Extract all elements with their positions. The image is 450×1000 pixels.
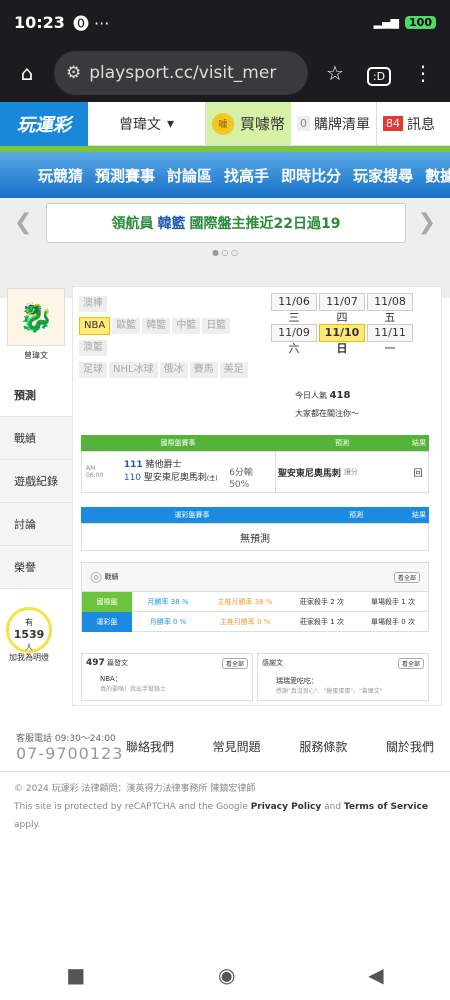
league-tab[interactable]: 足球 [79, 362, 107, 378]
lottery-stats-row: 運彩盤 月勝率 0 % 主推月勝率 0 % 莊家殺手 1 次 單場殺手 0 次 [82, 611, 428, 632]
signal-icon: ▂▄▆ [373, 15, 400, 29]
tos-link[interactable]: Terms of Service [344, 802, 428, 812]
profile-main: 🐉 曾瑋文 預測 戰績 遊戲紀錄 討論 榮譽 有 1539 人加我為明燈 澳棒 … [0, 270, 450, 710]
empty-state: 無預測 [81, 523, 429, 551]
side-item-honor[interactable]: 榮譽 [0, 546, 72, 589]
faq-link[interactable]: 常見問題 [213, 738, 261, 755]
follow-lamp-button[interactable]: 有 1539 人加我為明燈 [6, 607, 52, 662]
clock: 10:23 [14, 12, 65, 32]
home-icon[interactable]: ⌂ [10, 61, 44, 85]
league-tab[interactable]: 賽馬 [189, 362, 218, 378]
table-row: AM 06:00 111 豬他爵士 110 聖安東尼奧馬刺(主) 6分輸 50% … [81, 451, 429, 493]
thanks-card: 感謝文 看全部 瑞瑞愛吃吃： 感謝"真沒良心"、"饅蛋蛋蛋"、"曾瑋文" [257, 653, 429, 701]
see-all-posts-button[interactable]: 看全部 [221, 658, 248, 669]
table-header: 運彩盤賽事 預測 結果 [81, 507, 429, 523]
record-summary: ◎ 戰績 看全部 國際盤 月勝率 38 % 主推月勝率 38 % 莊家殺手 2 … [81, 562, 429, 632]
nav-item-live-score[interactable]: 即時比分 [281, 165, 341, 186]
system-nav-bar: ■ ◉ ◀ [0, 950, 450, 1000]
league-tab[interactable]: 歐籃 [112, 318, 141, 334]
side-item-game-log[interactable]: 遊戲紀錄 [0, 460, 72, 503]
site-logo[interactable]: 玩運彩 [0, 101, 88, 146]
chevron-down-icon: ▾ [166, 115, 175, 132]
league-tab[interactable]: 澳籃 [79, 340, 107, 356]
chevron-left-icon[interactable]: ❮ [14, 210, 32, 235]
browser-menu-icon[interactable]: ⋮ [406, 61, 440, 85]
side-item-record[interactable]: 戰績 [0, 417, 72, 460]
league-tab[interactable]: 韓籃 [142, 318, 171, 334]
side-item-discuss[interactable]: 討論 [0, 503, 72, 546]
nav-item-player-search[interactable]: 玩家搜尋 [353, 165, 413, 186]
table-header: 國際盤賽事 預測 結果 [81, 435, 429, 451]
date-tab[interactable]: 11/09 六 [271, 324, 317, 355]
date-tab-selected[interactable]: 11/10 日 [319, 324, 365, 355]
intl-prediction-table: 國際盤賽事 預測 結果 AM 06:00 111 豬他爵士 110 聖安東尼奧馬… [81, 435, 429, 493]
bookmark-star-icon[interactable]: ☆ [318, 61, 352, 85]
date-selector: 11/06 三11/07 四11/08 五 11/09 六11/10 日11/1… [271, 293, 441, 355]
coin-icon: 噱 [212, 112, 234, 135]
league-tab-nba[interactable]: NBA [79, 317, 111, 335]
profile-name: 曾瑋文 [24, 351, 48, 360]
purchase-list-link[interactable]: 0 購牌清單 [291, 102, 378, 145]
home-button-icon[interactable]: ◉ [218, 963, 235, 987]
see-all-button[interactable]: 看全部 [393, 571, 420, 583]
terms-link[interactable]: 服務條款 [299, 738, 347, 755]
privacy-link[interactable]: Privacy Policy [251, 802, 322, 812]
carousel-dots: ● ○ ○ [211, 248, 239, 257]
nav-item-bet[interactable]: 玩競猜 [38, 165, 83, 186]
league-tab[interactable]: 澳棒 [79, 296, 107, 312]
tab-switcher-button[interactable]: :D [362, 61, 396, 86]
about-link[interactable]: 關於我們 [386, 738, 434, 755]
date-tab[interactable]: 11/08 五 [367, 293, 413, 324]
prediction-panel: 澳棒 NBA 歐籃 韓籃 中籃 日籃 澳籃 足球 NHL冰球 俄冰 賽馬 美足 11/06 三1… [72, 286, 442, 706]
result-value: 回 [413, 468, 423, 479]
record-icon: ◎ [90, 569, 103, 585]
side-menu: 預測 戰績 遊戲紀錄 討論 榮譽 [0, 374, 72, 589]
side-item-predict[interactable]: 預測 [0, 374, 72, 417]
messages-link[interactable]: 84 訊息 [377, 102, 441, 145]
site-settings-icon[interactable]: ⚙ [66, 63, 81, 83]
league-tab[interactable]: 日籃 [202, 318, 231, 334]
copyright: © 2024 玩運彩 法律顧問：漢英得力法律事務所 陳鎮宏律師 This sit… [14, 784, 428, 830]
system-indicators: ▂▄▆ 100 [373, 15, 436, 29]
recents-icon[interactable]: ■ [66, 963, 85, 987]
customer-hotline: 客服電話 09:30～24:00 07-9700123 [16, 733, 124, 763]
intl-stats-row: 國際盤 月勝率 38 % 主推月勝率 38 % 莊家殺手 2 次 單場殺手 1 … [82, 591, 428, 612]
back-icon[interactable]: ◀ [368, 963, 383, 987]
nav-item-data[interactable]: 數據 [425, 165, 450, 186]
promo-banner[interactable]: 領航員 韓籃 國際盤主推近22日過19 [46, 203, 406, 243]
site-header: 玩運彩 曾瑋文 ▾ 噱買噱幣 0 購牌清單 84 訊息 [0, 101, 450, 146]
activity-cards: 497 篇發文 看全部 NBA： 真的要嗎！我出手幫騎士 感謝文 看全部 瑞瑞愛… [81, 653, 429, 701]
user-menu[interactable]: 曾瑋文 ▾ [88, 102, 206, 145]
see-all-thanks-button[interactable]: 看全部 [397, 658, 424, 669]
url-text: playsport.cc/visit_mer [89, 63, 277, 83]
league-tab[interactable]: 中籃 [172, 318, 201, 334]
buy-coin-button[interactable]: 噱買噱幣 [206, 102, 292, 145]
main-nav: 玩競猜 預測賽事 討論區 找高手 即時比分 玩家搜尋 數據 [0, 152, 450, 198]
date-tab[interactable]: 11/07 四 [319, 293, 365, 324]
league-tab[interactable]: 俄冰 [159, 362, 188, 378]
notification-icons: ⓿ ··· [72, 14, 110, 33]
battery-icon: 100 [405, 15, 436, 29]
date-tab[interactable]: 11/11 一 [367, 324, 413, 355]
avatar: 🐉 [7, 288, 65, 346]
league-tab[interactable]: NHL冰球 [109, 362, 158, 378]
site-footer: 客服電話 09:30～24:00 07-9700123 聯絡我們 常見問題 服務… [0, 722, 450, 842]
league-tab[interactable]: 美足 [219, 362, 248, 378]
chevron-right-icon[interactable]: ❯ [418, 210, 436, 235]
nav-item-predict[interactable]: 預測賽事 [95, 165, 155, 186]
address-bar[interactable]: ⚙ playsport.cc/visit_mer [54, 51, 308, 95]
nav-item-forum[interactable]: 討論區 [167, 165, 212, 186]
posts-card: 497 篇發文 看全部 NBA： 真的要嗎！我出手幫騎士 [81, 653, 253, 701]
date-tab[interactable]: 11/06 三 [271, 293, 317, 324]
nav-item-experts[interactable]: 找高手 [224, 165, 269, 186]
status-bar: 10:23 ⓿ ··· ▂▄▆ 100 [0, 0, 450, 44]
browser-toolbar: ⌂ ⚙ playsport.cc/visit_mer ☆ :D ⋮ [0, 44, 450, 102]
lottery-prediction-table: 運彩盤賽事 預測 結果 無預測 [81, 507, 429, 551]
today-views: 今日人氣 418 大家都在關注你～ [295, 390, 359, 418]
league-filter: 澳棒 NBA 歐籃 韓籃 中籃 日籃 澳籃 足球 NHL冰球 俄冰 賽馬 美足 [79, 293, 269, 381]
contact-link[interactable]: 聯絡我們 [126, 738, 174, 755]
